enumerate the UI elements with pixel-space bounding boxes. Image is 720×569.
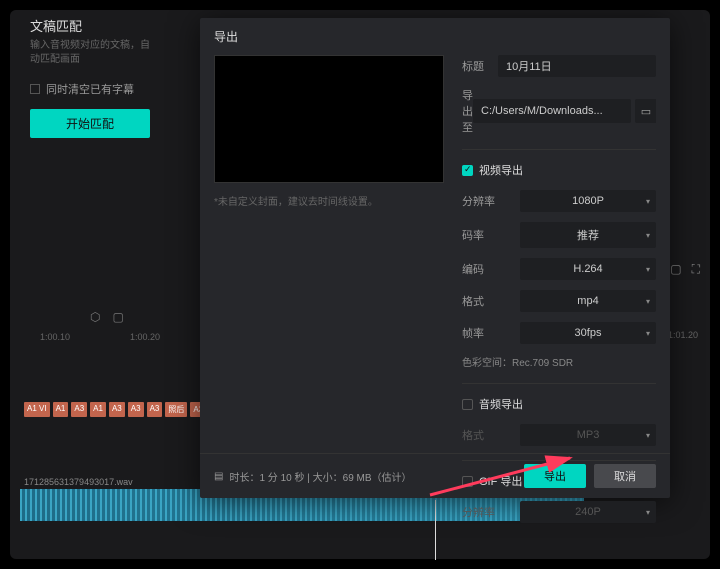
fps-select[interactable]: 30fps▾	[520, 322, 656, 344]
export-info: ▤ 时长：1 分 10 秒 | 大小：69 MB（估计）	[214, 469, 412, 484]
title-label: 标题	[462, 58, 498, 74]
chevron-down-icon: ▾	[646, 431, 650, 440]
chevron-down-icon: ▾	[646, 265, 650, 274]
bitrate-select[interactable]: 推荐▾	[520, 222, 656, 248]
clip[interactable]: 照后	[165, 402, 187, 417]
gif-resolution-select: 240P▾	[520, 501, 656, 523]
duration-size-text: 时长：1 分 10 秒 | 大小：69 MB（估计）	[229, 469, 411, 484]
sidebar-subtitle: 输入音视频对应的文稿，自动匹配画面	[30, 39, 150, 67]
format-label: 格式	[462, 293, 520, 309]
codec-select[interactable]: H.264▾	[520, 258, 656, 280]
chevron-down-icon: ▾	[646, 297, 650, 306]
chevron-down-icon: ▾	[646, 329, 650, 338]
chevron-down-icon: ▾	[646, 231, 650, 240]
chevron-down-icon: ▾	[646, 197, 650, 206]
section-label: 音频导出	[479, 396, 523, 412]
sidebar-panel: 文稿匹配 输入音视频对应的文稿，自动匹配画面 同时清空已有字幕 开始匹配	[30, 16, 150, 138]
start-match-button[interactable]: 开始匹配	[30, 109, 150, 138]
audio-export-section[interactable]: 音频导出	[462, 396, 656, 412]
format-select[interactable]: mp4▾	[520, 290, 656, 312]
audio-format-label: 格式	[462, 427, 520, 443]
viewport-controls: ▢ ⛶	[670, 262, 700, 277]
export-path-input[interactable]	[473, 99, 631, 123]
bitrate-label: 码率	[462, 227, 520, 243]
clip[interactable]: A3	[71, 402, 87, 417]
fullscreen-icon[interactable]: ⛶	[692, 262, 700, 277]
clip[interactable]: A1 VI	[24, 402, 50, 417]
video-export-section[interactable]: 视频导出	[462, 162, 656, 178]
checkbox-on-icon	[462, 165, 473, 176]
clip[interactable]: A1	[53, 402, 69, 417]
fps-label: 帧率	[462, 325, 520, 341]
preview-hint: *未自定义封面，建议去时间线设置。	[214, 193, 444, 208]
section-label: 视频导出	[479, 162, 523, 178]
gif-resolution-label: 分辨率	[462, 504, 520, 520]
clear-subtitles-checkbox[interactable]: 同时清空已有字幕	[30, 81, 150, 97]
clip[interactable]: A3	[147, 402, 163, 417]
checkbox-icon	[30, 84, 40, 94]
folder-icon: ▭	[641, 105, 651, 118]
clip[interactable]: A3	[109, 402, 125, 417]
clip[interactable]: A3	[128, 402, 144, 417]
dialog-title: 导出	[200, 18, 670, 55]
clip[interactable]: A1	[90, 402, 106, 417]
browse-folder-button[interactable]: ▭	[635, 99, 656, 123]
ratio-icon[interactable]: ▢	[670, 262, 681, 277]
export-button[interactable]: 导出	[524, 464, 586, 488]
codec-label: 编码	[462, 261, 520, 277]
resolution-label: 分辨率	[462, 193, 520, 209]
tick-label-right: 1:01.20	[668, 330, 698, 340]
export-path-label: 导出至	[462, 87, 473, 135]
cancel-button[interactable]: 取消	[594, 464, 656, 488]
resolution-select[interactable]: 1080P▾	[520, 190, 656, 212]
tick-label: 1:00.20	[130, 332, 160, 342]
sidebar-title: 文稿匹配	[30, 16, 150, 35]
camera-icon[interactable]: ▢	[112, 310, 123, 324]
film-icon: ▤	[214, 471, 223, 482]
chevron-down-icon: ▾	[646, 508, 650, 517]
title-input[interactable]	[498, 55, 656, 77]
colorspace-text: 色彩空间：Rec.709 SDR	[462, 354, 656, 369]
shield-icon[interactable]: ⬡	[90, 310, 100, 324]
export-dialog: 导出 *未自定义封面，建议去时间线设置。 标题 导出至 ▭ 视频导出	[200, 18, 670, 498]
audio-format-select: MP3▾	[520, 424, 656, 446]
checkbox-label: 同时清空已有字幕	[46, 81, 134, 97]
tick-label: 1:00.10	[40, 332, 70, 342]
export-preview	[214, 55, 444, 183]
checkbox-off-icon	[462, 399, 473, 410]
